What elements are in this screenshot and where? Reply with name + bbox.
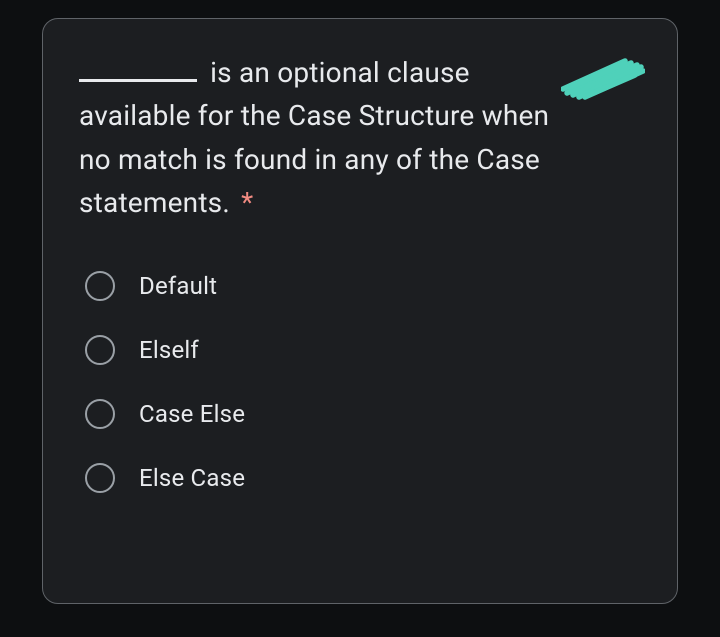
options-group: Default Elself Case Else Else Case <box>79 271 641 493</box>
question-card: is an optional clause available for the … <box>42 18 678 604</box>
option-label: Default <box>139 272 217 300</box>
option-label: Elself <box>139 336 199 364</box>
radio-icon <box>85 463 115 493</box>
option-elself[interactable]: Elself <box>85 335 641 365</box>
radio-icon <box>85 399 115 429</box>
option-label: Else Case <box>139 464 245 492</box>
required-asterisk: * <box>241 186 253 219</box>
option-default[interactable]: Default <box>85 271 641 301</box>
option-label: Case Else <box>139 400 245 428</box>
question-text: is an optional clause available for the … <box>79 51 641 225</box>
highlight-scribble-icon <box>561 53 645 101</box>
question-block: is an optional clause available for the … <box>79 51 641 225</box>
radio-icon <box>85 271 115 301</box>
option-else-case[interactable]: Else Case <box>85 463 641 493</box>
option-case-else[interactable]: Case Else <box>85 399 641 429</box>
radio-icon <box>85 335 115 365</box>
blank-underline <box>79 54 197 82</box>
